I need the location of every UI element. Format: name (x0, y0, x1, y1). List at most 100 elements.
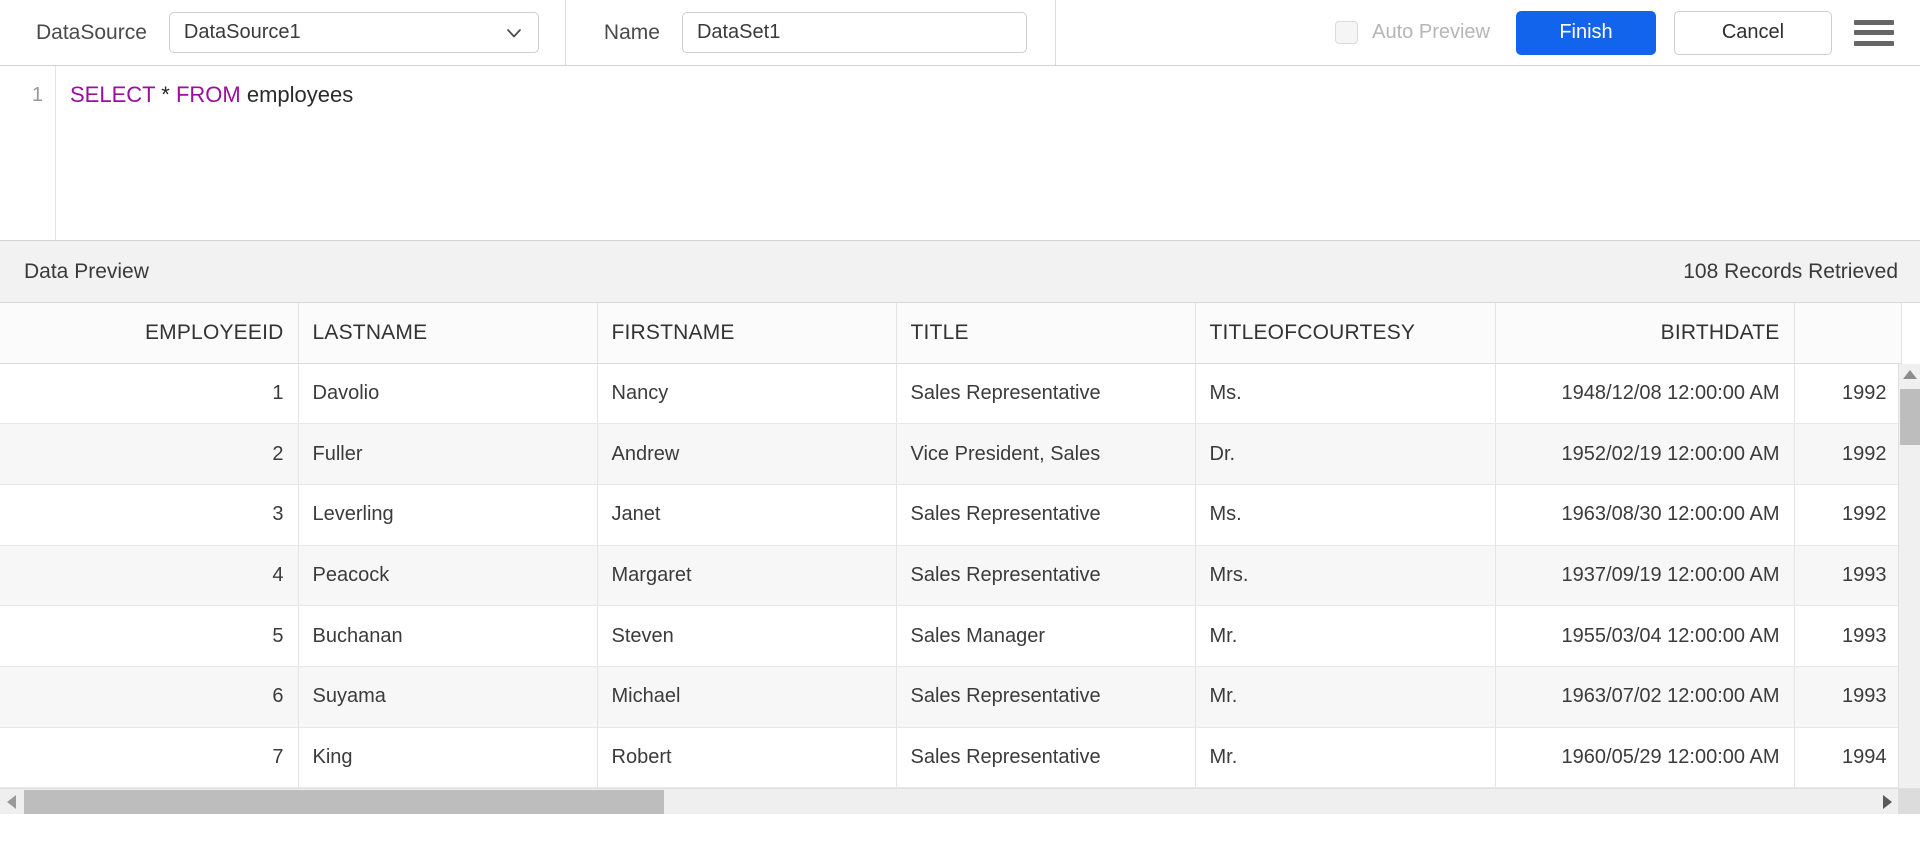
cell-birthdate[interactable]: 1952/02/19 12:00:00 AM (1495, 423, 1795, 485)
table-row[interactable]: 7 King Robert Sales Representative Mr. 1960/0… (0, 727, 1902, 789)
table-row[interactable]: 6 Suyama Michael Sales Representative Mr. 196… (0, 666, 1902, 728)
cell-titleofcourtesy[interactable]: Dr. (1195, 423, 1496, 485)
cell-lastname[interactable]: Suyama (298, 666, 598, 728)
cell-extra[interactable]: 1992 (1794, 363, 1902, 425)
table-body: 1 Davolio Nancy Sales Representative Ms. 1948… (0, 363, 1902, 814)
toolbar: DataSource DataSource1 Name DataSet1 Aut… (0, 0, 1920, 66)
cell-employeeid[interactable]: 7 (0, 727, 299, 789)
cell-title[interactable]: Sales Representative (896, 727, 1196, 789)
cell-firstname[interactable]: Michael (597, 666, 897, 728)
cell-titleofcourtesy[interactable]: Mrs. (1195, 545, 1496, 607)
sql-token-star: * (155, 82, 176, 107)
data-preview-title: Data Preview (24, 259, 149, 283)
cell-employeeid[interactable]: 4 (0, 545, 299, 607)
cell-birthdate[interactable]: 1937/09/19 12:00:00 AM (1495, 545, 1795, 607)
cell-lastname[interactable]: King (298, 727, 598, 789)
cell-employeeid[interactable]: 2 (0, 423, 299, 485)
auto-preview-checkbox[interactable] (1335, 21, 1359, 44)
table-row[interactable]: 1 Davolio Nancy Sales Representative Ms. 1948… (0, 363, 1902, 425)
cell-lastname[interactable]: Fuller (298, 423, 598, 485)
cell-extra[interactable]: 1994 (1794, 727, 1902, 789)
cell-title[interactable]: Sales Representative (896, 666, 1196, 728)
cancel-button[interactable]: Cancel (1674, 10, 1832, 55)
auto-preview-toggle[interactable]: Auto Preview (1335, 21, 1490, 44)
horizontal-scrollbar[interactable] (0, 788, 1920, 814)
datasource-group: DataSource DataSource1 (0, 0, 566, 65)
cell-birthdate[interactable]: 1948/12/08 12:00:00 AM (1495, 363, 1795, 425)
preview-table: EMPLOYEEID LASTNAME FIRSTNAME TITLE TITLEOFC… (0, 303, 1902, 814)
hamburger-menu-icon[interactable] (1854, 17, 1894, 49)
vertical-scrollbar[interactable] (1898, 364, 1920, 814)
cell-title[interactable]: Sales Representative (896, 545, 1196, 607)
table-header-row: EMPLOYEEID LASTNAME FIRSTNAME TITLE TITLEOFC… (0, 303, 1902, 364)
table-row[interactable]: 4 Peacock Margaret Sales Representative Mrs.… (0, 545, 1902, 607)
data-preview-header: Data Preview 108 Records Retrieved (0, 241, 1920, 303)
column-header-titleofcourtesy[interactable]: TITLEOFCOURTESY (1195, 303, 1496, 364)
cell-birthdate[interactable]: 1960/05/29 12:00:00 AM (1495, 727, 1795, 789)
code-line: SELECT * FROM employees (70, 80, 1920, 110)
finish-button[interactable]: Finish (1516, 10, 1656, 55)
table-row[interactable]: 3 Leverling Janet Sales Representative Ms. 19… (0, 484, 1902, 546)
cell-firstname[interactable]: Steven (597, 605, 897, 667)
column-header-firstname[interactable]: FIRSTNAME (597, 303, 897, 364)
hamburger-bar (1854, 40, 1894, 46)
cell-titleofcourtesy[interactable]: Ms. (1195, 484, 1496, 546)
column-header-birthdate[interactable]: BIRTHDATE (1495, 303, 1795, 364)
datasource-select[interactable]: DataSource1 (168, 12, 539, 53)
cell-firstname[interactable]: Robert (597, 727, 897, 789)
vertical-scrollbar-thumb[interactable] (1900, 389, 1920, 445)
column-header-employeeid[interactable]: EMPLOYEEID (0, 303, 299, 364)
sql-editor[interactable]: 1 SELECT * FROM employees (0, 66, 1920, 241)
cell-employeeid[interactable]: 3 (0, 484, 299, 546)
scrollbar-corner (1898, 789, 1920, 814)
cell-title[interactable]: Sales Representative (896, 484, 1196, 546)
editor-code-area[interactable]: SELECT * FROM employees (56, 66, 1920, 240)
sql-token-from: FROM (175, 82, 241, 107)
cell-firstname[interactable]: Janet (597, 484, 897, 546)
table-row[interactable]: 2 Fuller Andrew Vice President, Sales Dr. 195… (0, 423, 1902, 485)
cell-lastname[interactable]: Leverling (298, 484, 598, 546)
cell-extra[interactable]: 1993 (1794, 666, 1902, 728)
cell-birthdate[interactable]: 1963/07/02 12:00:00 AM (1495, 666, 1795, 728)
cell-extra[interactable]: 1992 (1794, 423, 1902, 485)
cell-lastname[interactable]: Peacock (298, 545, 598, 607)
cell-title[interactable]: Sales Manager (896, 605, 1196, 667)
cell-birthdate[interactable]: 1963/08/30 12:00:00 AM (1495, 484, 1795, 546)
datasource-label: DataSource (36, 20, 147, 44)
cell-titleofcourtesy[interactable]: Mr. (1195, 666, 1496, 728)
cell-extra[interactable]: 1992 (1794, 484, 1902, 546)
scroll-right-button[interactable] (1876, 789, 1898, 814)
cell-extra[interactable]: 1993 (1794, 605, 1902, 667)
cell-lastname[interactable]: Buchanan (298, 605, 598, 667)
cell-employeeid[interactable]: 1 (0, 363, 299, 425)
column-header-lastname[interactable]: LASTNAME (298, 303, 598, 364)
cell-titleofcourtesy[interactable]: Mr. (1195, 605, 1496, 667)
cell-employeeid[interactable]: 6 (0, 666, 299, 728)
cell-firstname[interactable]: Margaret (597, 545, 897, 607)
cell-lastname[interactable]: Davolio (298, 363, 598, 425)
hamburger-bar (1854, 30, 1894, 35)
cell-titleofcourtesy[interactable]: Mr. (1195, 727, 1496, 789)
editor-line-number-gutter: 1 (0, 66, 56, 240)
cell-birthdate[interactable]: 1955/03/04 12:00:00 AM (1495, 605, 1795, 667)
cell-firstname[interactable]: Andrew (597, 423, 897, 485)
cell-employeeid[interactable]: 5 (0, 605, 299, 667)
dataset-name-input[interactable]: DataSet1 (681, 12, 1027, 53)
column-header-title[interactable]: TITLE (896, 303, 1196, 364)
cell-firstname[interactable]: Nancy (597, 363, 897, 425)
triangle-up-icon (1902, 369, 1917, 379)
records-retrieved-count: 108 Records Retrieved (1683, 259, 1898, 283)
datasource-selected-value: DataSource1 (183, 21, 301, 43)
cell-title[interactable]: Vice President, Sales (896, 423, 1196, 485)
cell-titleofcourtesy[interactable]: Ms. (1195, 363, 1496, 425)
column-header-extra[interactable] (1794, 303, 1902, 364)
sql-token-table: employees (240, 82, 354, 107)
cell-title[interactable]: Sales Representative (896, 363, 1196, 425)
table-row[interactable]: 5 Buchanan Steven Sales Manager Mr. 1955/03/0… (0, 605, 1902, 667)
chevron-down-icon (504, 23, 524, 43)
hamburger-bar (1854, 19, 1894, 25)
scroll-left-button[interactable] (0, 789, 22, 814)
horizontal-scrollbar-thumb[interactable] (24, 790, 664, 814)
cell-extra[interactable]: 1993 (1794, 545, 1902, 607)
scroll-up-button[interactable] (1899, 364, 1920, 384)
